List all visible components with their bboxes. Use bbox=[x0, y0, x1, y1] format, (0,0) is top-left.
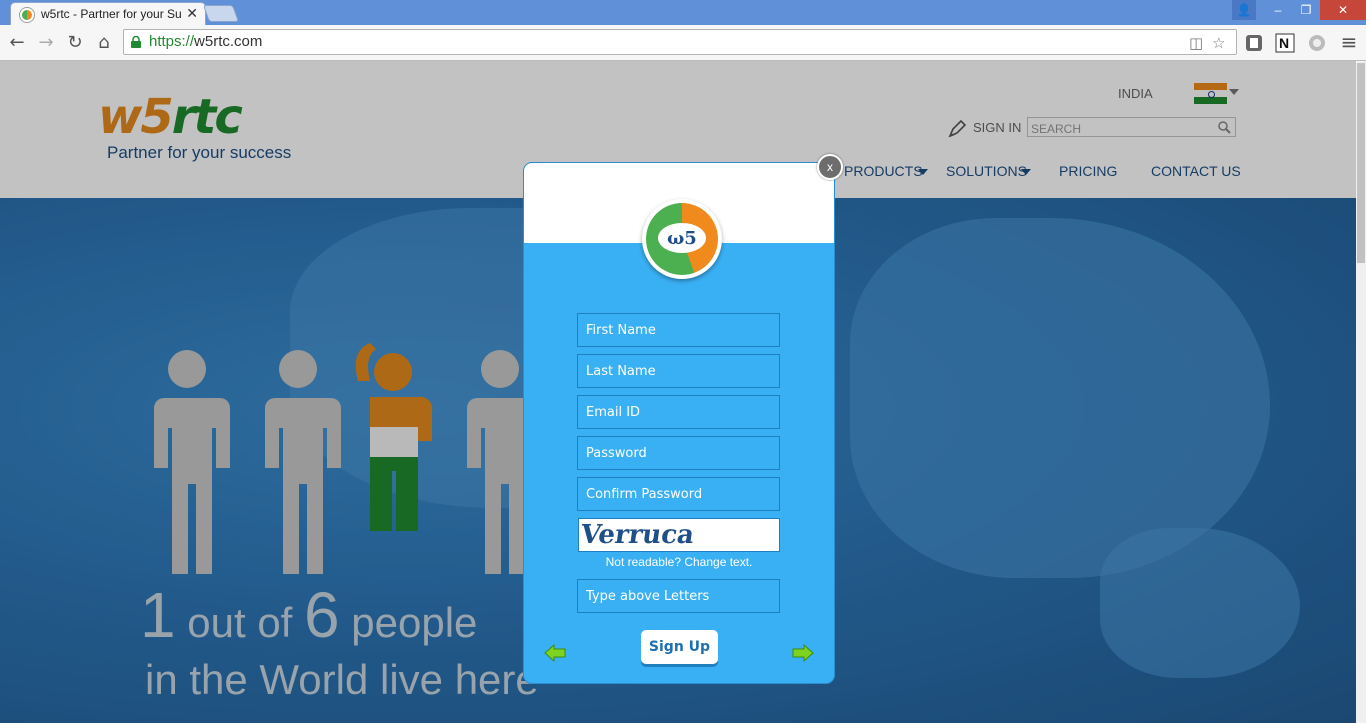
home-icon[interactable]: ⌂ bbox=[93, 31, 115, 53]
reload-icon[interactable]: ↻ bbox=[64, 31, 86, 53]
bookmark-star-icon[interactable]: ☆ bbox=[1212, 34, 1225, 52]
password-input[interactable] bbox=[578, 437, 779, 469]
email-field bbox=[577, 395, 780, 429]
site-favicon-icon bbox=[20, 8, 34, 22]
next-arrow-icon[interactable] bbox=[792, 644, 814, 662]
previous-arrow-icon[interactable] bbox=[544, 644, 566, 662]
captcha-answer-input[interactable] bbox=[578, 580, 779, 612]
last-name-field bbox=[577, 354, 780, 388]
address-bar[interactable]: https://w5rtc.com ◫ ☆ bbox=[123, 29, 1237, 55]
window-controls: 👤 – ❐ ✕ bbox=[1232, 0, 1366, 20]
confirm-password-field bbox=[577, 477, 780, 511]
scrollbar-thumb[interactable] bbox=[1357, 63, 1365, 263]
password-field bbox=[577, 436, 780, 470]
lock-icon bbox=[131, 36, 141, 48]
browser-titlebar: w5rtc - Partner for your Success ✕ 👤 – ❐… bbox=[0, 0, 1366, 26]
modal-close-button[interactable]: x bbox=[817, 154, 843, 180]
tab-title: w5rtc - Partner for your Success bbox=[41, 7, 181, 21]
tab-close-icon[interactable]: ✕ bbox=[186, 5, 198, 22]
minimize-button[interactable]: – bbox=[1264, 0, 1292, 20]
sign-up-button[interactable]: Sign Up bbox=[641, 630, 718, 664]
first-name-field bbox=[577, 313, 780, 347]
extension-n-icon[interactable]: N bbox=[1275, 33, 1295, 53]
change-captcha-link[interactable]: Not readable? Change text. bbox=[578, 555, 780, 569]
url-host: w5rtc.com bbox=[194, 33, 263, 50]
page-scrollbar[interactable] bbox=[1356, 61, 1366, 723]
last-name-input[interactable] bbox=[578, 355, 779, 387]
email-input[interactable] bbox=[578, 396, 779, 428]
extension-shield-icon[interactable] bbox=[1244, 33, 1264, 53]
user-profile-icon[interactable]: 👤 bbox=[1232, 0, 1256, 20]
captcha-answer-field bbox=[577, 579, 780, 613]
browser-toolbar: ← → ↻ ⌂ https://w5rtc.com ◫ ☆ N ≡ bbox=[0, 25, 1366, 61]
captcha-text: Verruca bbox=[579, 519, 696, 550]
confirm-password-input[interactable] bbox=[578, 478, 779, 510]
svg-text:N: N bbox=[1279, 35, 1289, 51]
back-arrow-icon[interactable]: ← bbox=[6, 31, 28, 53]
forward-arrow-icon[interactable]: → bbox=[35, 31, 57, 53]
page-viewport: w5rtc Partner for your success INDIA SIG… bbox=[0, 61, 1356, 723]
signup-modal: ω5 x Verruca Not readable? Change text. … bbox=[523, 154, 843, 684]
new-tab-button[interactable] bbox=[202, 5, 240, 22]
captcha-image: Verruca bbox=[578, 518, 780, 552]
w5-logo-text: ω5 bbox=[658, 223, 706, 253]
close-window-button[interactable]: ✕ bbox=[1320, 0, 1366, 20]
url-text: https://w5rtc.com bbox=[149, 33, 262, 50]
url-protocol: https:// bbox=[149, 33, 195, 50]
camera-icon[interactable]: ◫ bbox=[1189, 34, 1203, 52]
first-name-input[interactable] bbox=[578, 314, 779, 346]
restore-button[interactable]: ❐ bbox=[1292, 0, 1320, 20]
w5-logo-icon: ω5 bbox=[642, 199, 722, 279]
menu-icon[interactable]: ≡ bbox=[1338, 30, 1360, 54]
browser-tab[interactable]: w5rtc - Partner for your Success ✕ bbox=[10, 2, 206, 26]
extension-globe-icon[interactable] bbox=[1307, 33, 1327, 53]
